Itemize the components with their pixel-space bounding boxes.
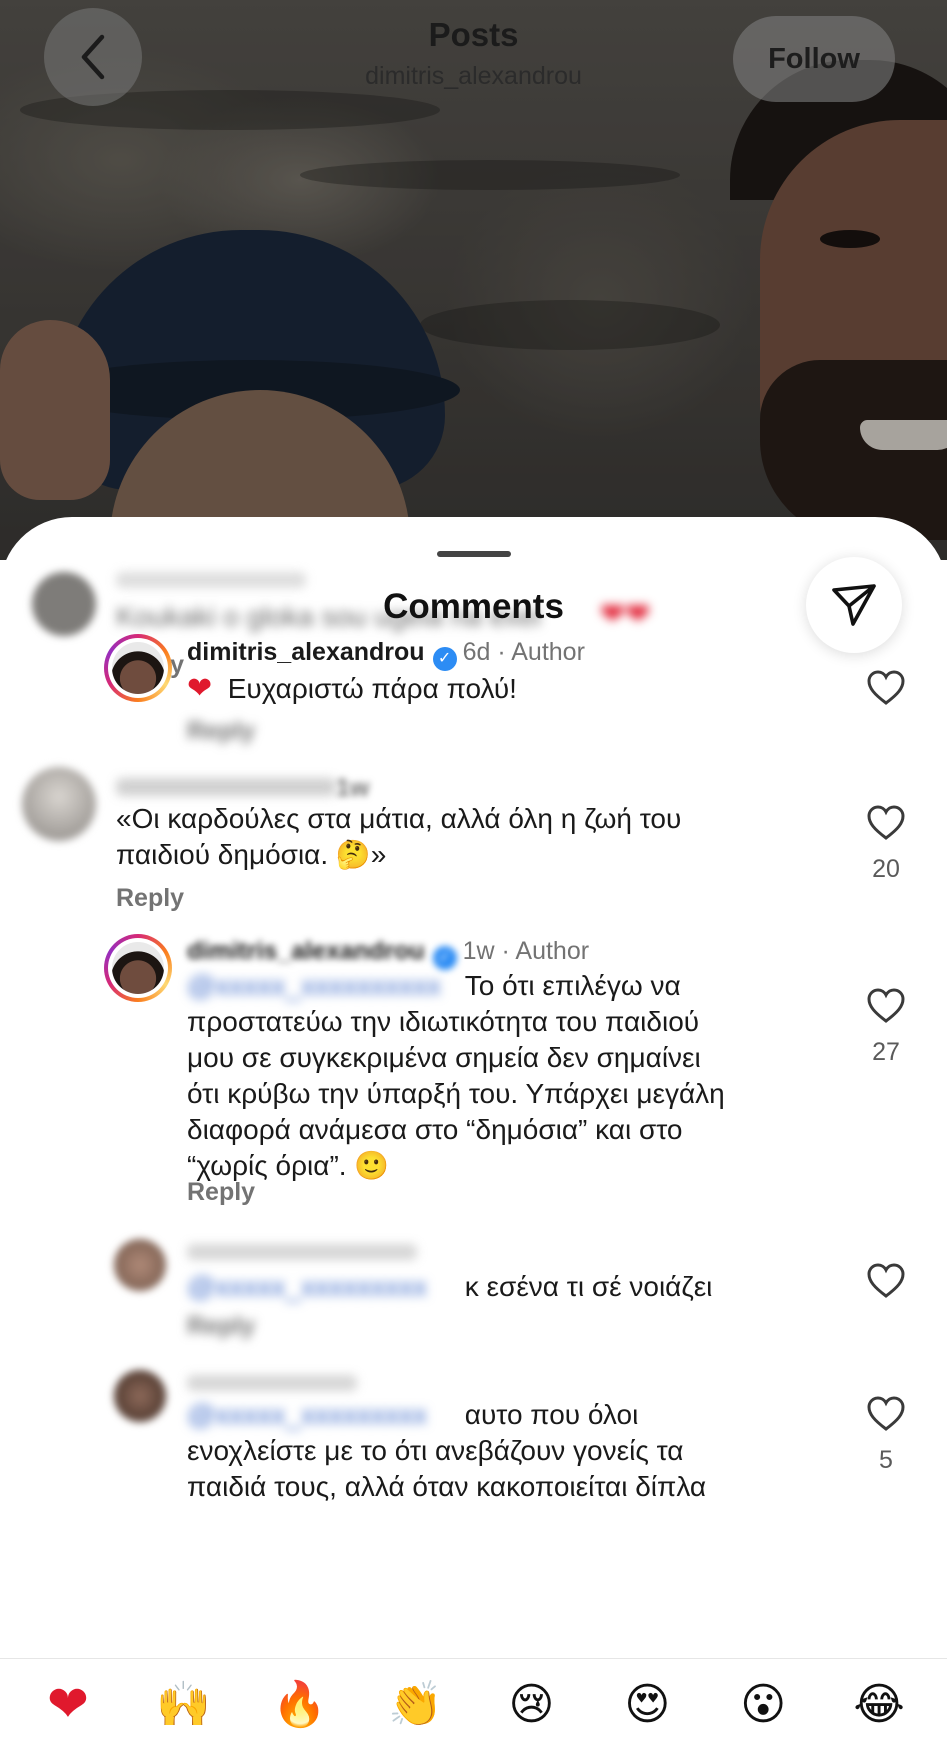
crying-face-emoji-button[interactable]: 😢 [501, 1674, 561, 1734]
quick-reaction-bar: ❤ 🙌 🔥 👏 😢 😍 😮 😂 [0, 1658, 947, 1749]
raising-hands-emoji-button[interactable]: 🙌 [154, 1674, 214, 1734]
thinking-face-emoji: 🤔 [335, 838, 371, 871]
avatar[interactable] [22, 767, 96, 841]
avatar[interactable] [114, 1370, 166, 1422]
share-button[interactable] [806, 557, 902, 653]
comment-text: @xxxxx_xxxxxxxxx αυτο που όλοι ενοχλείστ… [187, 1399, 707, 1502]
follow-button[interactable]: Follow [733, 16, 895, 102]
clapping-hands-emoji-button[interactable]: 👏 [386, 1674, 446, 1734]
comment-username[interactable]: 1w [116, 774, 369, 803]
comment-text: ❤ Ευχαριστώ πάρα πολύ! [187, 671, 517, 706]
like-count: 20 [872, 855, 900, 883]
drag-handle[interactable] [437, 551, 511, 557]
comment-username[interactable]: dimitris_alexandrou ✓ 1w · Author [187, 937, 589, 970]
heart-eyes-emoji-button[interactable]: 😍 [617, 1674, 677, 1734]
heart-emoji: ❤ [187, 671, 213, 706]
tears-of-joy-emoji-button[interactable]: 😂 [849, 1674, 909, 1734]
sheet-title: Comments [383, 587, 564, 626]
comment-text: @xxxxx_xxxxxxxxx κ εσένα τι σέ νοιάζει [187, 1271, 713, 1302]
avatar[interactable] [104, 634, 172, 702]
comment-meta: 6d · Author [462, 638, 585, 666]
comment-username[interactable] [187, 1244, 417, 1260]
avatar[interactable] [104, 934, 172, 1002]
reply-button[interactable]: Reply [116, 884, 184, 913]
comment-meta: 1w · Author [462, 937, 590, 965]
surprised-face-emoji-button[interactable]: 😮 [733, 1674, 793, 1734]
heart-like-icon[interactable] [866, 668, 906, 708]
heart-like-icon[interactable] [866, 1261, 906, 1301]
slightly-smiling-face-emoji: 🙂 [354, 1149, 390, 1182]
avatar[interactable] [114, 1239, 166, 1291]
reply-button[interactable]: Reply [187, 1178, 255, 1207]
like-count: 5 [879, 1446, 893, 1474]
heart-emoji-button[interactable]: ❤ [38, 1674, 98, 1734]
paper-plane-icon [832, 584, 876, 626]
verified-badge-icon: ✓ [432, 946, 457, 970]
comment-username[interactable] [116, 572, 306, 588]
comment-text: «Οι καρδούλες στα μάτια, αλλά όλη η ζωή … [116, 803, 682, 871]
comment-username[interactable]: dimitris_alexandrou ✓ 6d · Author [187, 638, 585, 671]
comment-text: @xxxxx_xxxxxxxxxx Το ότι επιλέγω να προσ… [187, 970, 725, 1182]
heart-like-icon[interactable] [866, 1394, 906, 1434]
comments-sheet: Comments Koukaki o gloka sou ugeia na ex… [0, 517, 947, 1749]
comment-username[interactable] [187, 1375, 357, 1391]
verified-badge-icon: ✓ [432, 647, 457, 671]
reply-button[interactable]: Reply [187, 717, 255, 746]
heart-like-icon[interactable] [866, 803, 906, 843]
reply-button[interactable]: Reply [187, 1312, 255, 1341]
like-count: 27 [872, 1038, 900, 1066]
fire-emoji-button[interactable]: 🔥 [270, 1674, 330, 1734]
heart-like-icon[interactable] [866, 986, 906, 1026]
